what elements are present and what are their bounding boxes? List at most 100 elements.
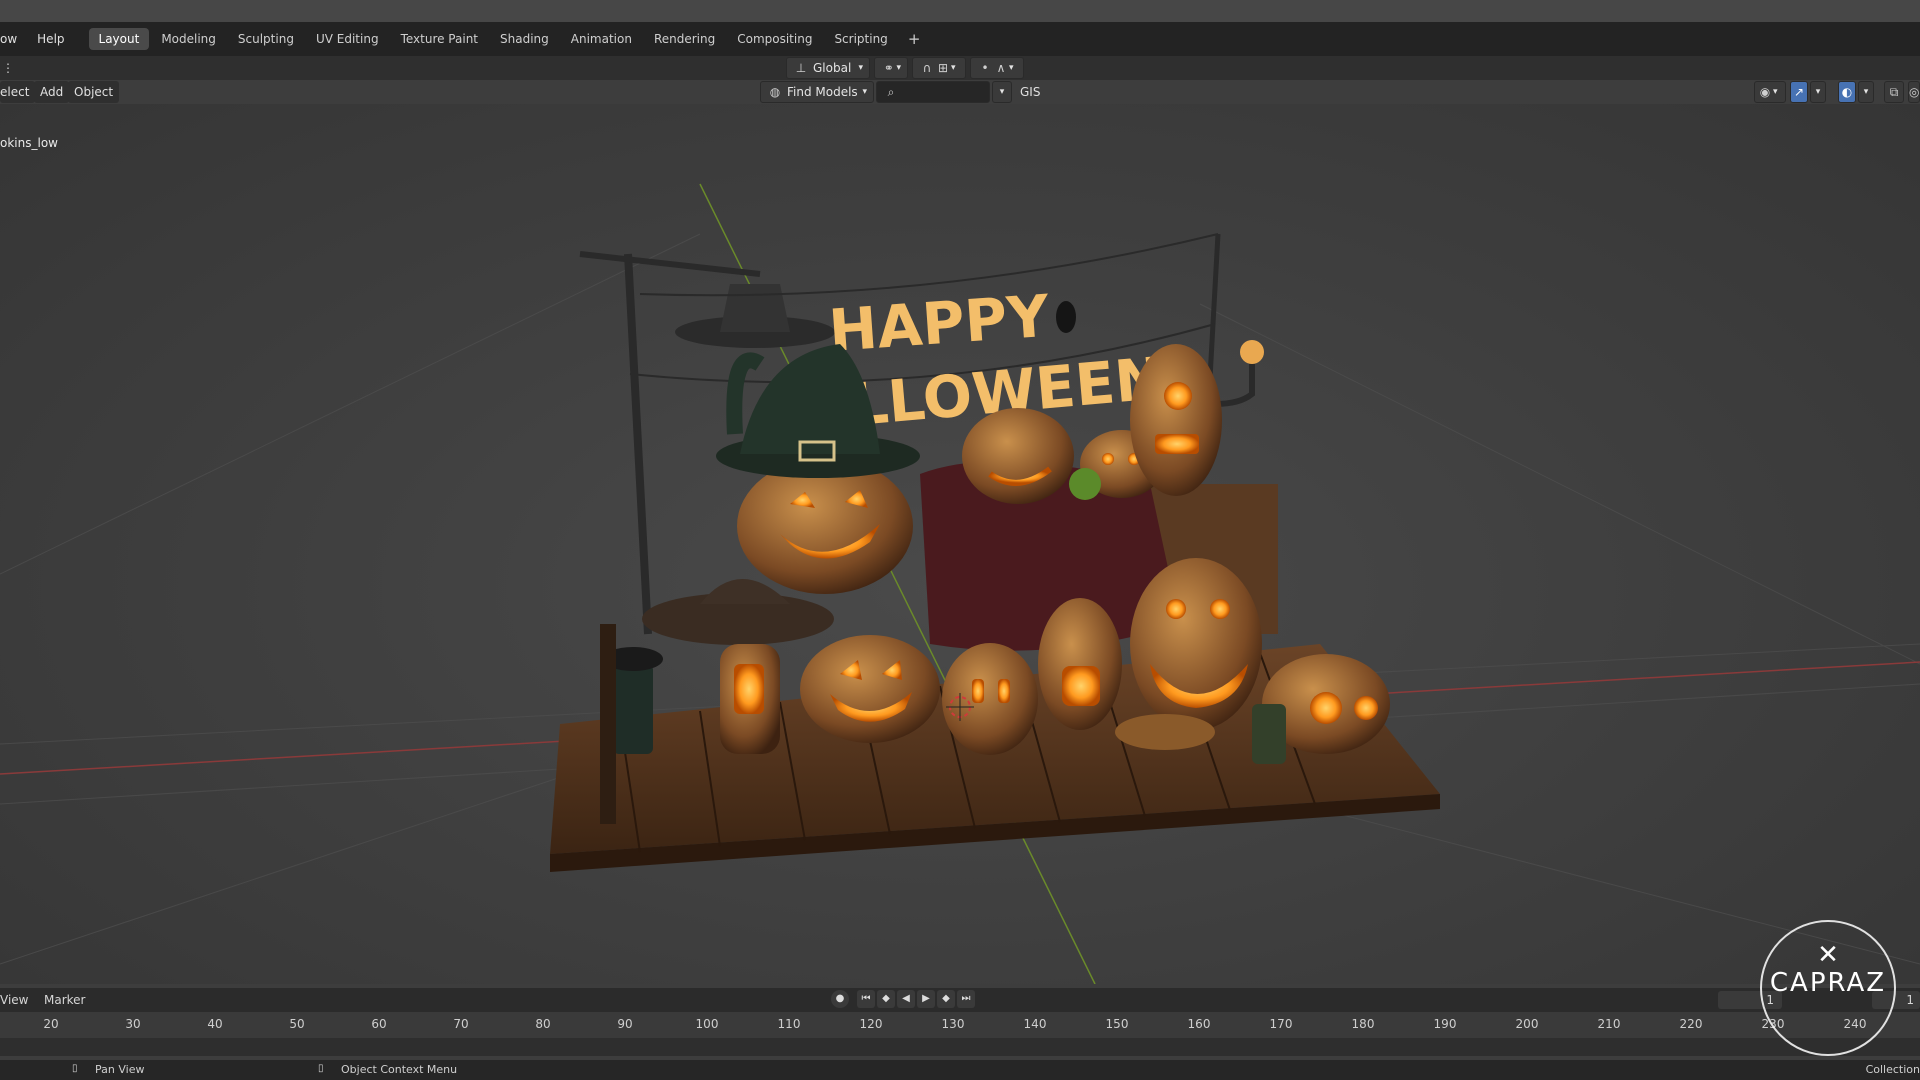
jump-start-button[interactable]: ⏮: [857, 990, 875, 1008]
timeline-tick: 130: [941, 1017, 965, 1031]
visibility-dropdown[interactable]: ◉ ▾: [1754, 81, 1786, 103]
xray-toggle[interactable]: ⧉: [1884, 81, 1904, 103]
green-apple: [1069, 468, 1101, 500]
chevron-down-icon: ▾: [1815, 87, 1821, 97]
tree-stump: [1252, 704, 1286, 764]
mouse-right-icon: ▯: [318, 1063, 324, 1074]
timeline-tick: 30: [125, 1017, 141, 1031]
select-menu[interactable]: elect: [0, 81, 36, 103]
windmill-logo-icon: ✕: [1817, 940, 1839, 970]
chevron-down-icon: ▾: [1863, 87, 1869, 97]
chevron-down-icon: ▾: [999, 87, 1005, 97]
timeline-tick: 20: [43, 1017, 59, 1031]
menu-window[interactable]: ow: [0, 32, 27, 46]
record-button[interactable]: ●: [831, 990, 849, 1008]
pumpkin-bottom-left: [800, 635, 940, 743]
tab-scripting[interactable]: Scripting: [824, 28, 897, 50]
timeline-tick: 160: [1187, 1017, 1211, 1031]
pivot-point-dropdown[interactable]: ⚭ ▾: [874, 57, 908, 79]
find-models-search-input[interactable]: ⌕: [876, 81, 990, 103]
chevron-down-icon: ▾: [896, 63, 901, 73]
lamp-arm: [1214, 364, 1255, 407]
timeline-tick: 120: [859, 1017, 883, 1031]
timeline-tick: 40: [207, 1017, 223, 1031]
tab-rendering[interactable]: Rendering: [644, 28, 725, 50]
object-menu[interactable]: Object: [68, 81, 120, 103]
find-models-dropdown[interactable]: ◍ Find Models ▾: [760, 81, 874, 103]
timeline-tick: 100: [695, 1017, 719, 1031]
status-bar: ▯ Pan View ▯ Object Context Menu Collect…: [0, 1060, 1920, 1080]
tab-compositing[interactable]: Compositing: [727, 28, 822, 50]
eye-icon: ◉: [1759, 85, 1771, 99]
timeline-ruler[interactable]: 20 30 40 50 60 70 80 90 100 110 120 130 …: [0, 1012, 1920, 1038]
timeline-tick: 180: [1351, 1017, 1375, 1031]
capraz-watermark-logo: ✕ CAPRAZ: [1760, 920, 1896, 1056]
prev-keyframe-button[interactable]: ◆: [877, 990, 895, 1008]
banner-happy: HAPPY: [827, 282, 1053, 365]
play-reverse-icon: ◀: [902, 993, 910, 1004]
shading-wireframe-button[interactable]: ◎: [1908, 81, 1920, 103]
pumpkin-top-center: [962, 408, 1074, 504]
overlays-icon: ◐: [1841, 85, 1853, 99]
tab-layout[interactable]: Layout: [88, 28, 150, 50]
editor-type-icon[interactable]: ⋮: [0, 60, 16, 76]
play-button[interactable]: ▶: [917, 990, 935, 1008]
viewport-canvas: HAPPY LLOWEEN: [0, 183, 1920, 984]
record-icon: ●: [835, 993, 845, 1004]
chevron-down-icon: ▾: [951, 63, 956, 73]
snapping-toggle[interactable]: ∩ ⊞ ▾: [912, 57, 966, 79]
next-keyframe-button[interactable]: ◆: [937, 990, 955, 1008]
window-top-strip: [0, 0, 1920, 22]
tab-modeling[interactable]: Modeling: [151, 28, 226, 50]
search-options-button[interactable]: ▾: [992, 81, 1012, 103]
timeline-tick: 70: [453, 1017, 469, 1031]
timeline-view-menu[interactable]: View: [0, 993, 28, 1007]
timeline-tick: 150: [1105, 1017, 1129, 1031]
banner-string-top: [639, 233, 1219, 297]
add-menu[interactable]: Add: [34, 81, 70, 103]
chevron-down-icon: ▾: [862, 87, 867, 97]
timeline-tick: 170: [1269, 1017, 1293, 1031]
menu-help[interactable]: Help: [27, 32, 74, 46]
mouse-middle-icon: ▯: [72, 1063, 78, 1074]
proportional-editing-toggle[interactable]: • ∧ ▾: [970, 57, 1024, 79]
timeline-track-area[interactable]: [0, 1038, 1920, 1056]
3d-viewport[interactable]: HAPPY LLOWEEN: [0, 104, 1920, 984]
tab-texture-paint[interactable]: Texture Paint: [391, 28, 488, 50]
jump-end-button[interactable]: ⏭: [957, 990, 975, 1008]
overlays-options[interactable]: ▾: [1858, 81, 1874, 103]
transform-orientation-dropdown[interactable]: ⊥ Global ▾: [786, 57, 870, 79]
overlays-toggle[interactable]: ◐: [1838, 81, 1856, 103]
gizmo-toggle[interactable]: ↗: [1790, 81, 1808, 103]
pumpkin-bottom-tall: [1038, 598, 1122, 730]
timeline-header: View Marker ● ⏮ ◆ ◀ ▶ ◆ ⏭ 1 1: [0, 988, 1920, 1012]
timeline-tick: 200: [1515, 1017, 1539, 1031]
timeline-tick: 140: [1023, 1017, 1047, 1031]
tool-header: ⋮ ⊥ Global ▾ ⚭ ▾ ∩ ⊞ ▾ • ∧ ▾: [0, 56, 1920, 80]
timeline-marker-menu[interactable]: Marker: [44, 993, 85, 1007]
orientation-axes-icon: ⊥: [795, 61, 807, 75]
timeline-tick: 80: [535, 1017, 551, 1031]
chevron-down-icon: ▾: [1773, 87, 1778, 97]
pumpkin-tall-right: [1130, 344, 1222, 496]
bread-loaf: [1115, 714, 1215, 750]
status-collection: Collection: [1865, 1063, 1920, 1076]
tab-sculpting[interactable]: Sculpting: [228, 28, 304, 50]
pumpkin-bottom-center: [942, 643, 1038, 755]
gizmo-options[interactable]: ▾: [1810, 81, 1826, 103]
status-pan-view: Pan View: [95, 1063, 145, 1076]
viewport-header: elect Add Object ◍ Find Models ▾ ⌕ ▾ GIS…: [0, 80, 1920, 104]
status-context-menu: Object Context Menu: [341, 1063, 458, 1076]
pumpkin-big-gourd: [1130, 558, 1262, 730]
play-reverse-button[interactable]: ◀: [897, 990, 915, 1008]
active-object-label: okins_low: [0, 136, 58, 150]
tab-animation[interactable]: Animation: [561, 28, 642, 50]
proportional-dot-icon: •: [981, 61, 989, 75]
gis-menu[interactable]: GIS: [1014, 81, 1046, 103]
tab-shading[interactable]: Shading: [490, 28, 559, 50]
timeline-tick: 210: [1597, 1017, 1621, 1031]
add-workspace-button[interactable]: +: [900, 30, 929, 48]
tab-uv-editing[interactable]: UV Editing: [306, 28, 389, 50]
jump-end-icon: ⏭: [961, 993, 971, 1004]
chevron-down-icon: ▾: [858, 63, 863, 73]
